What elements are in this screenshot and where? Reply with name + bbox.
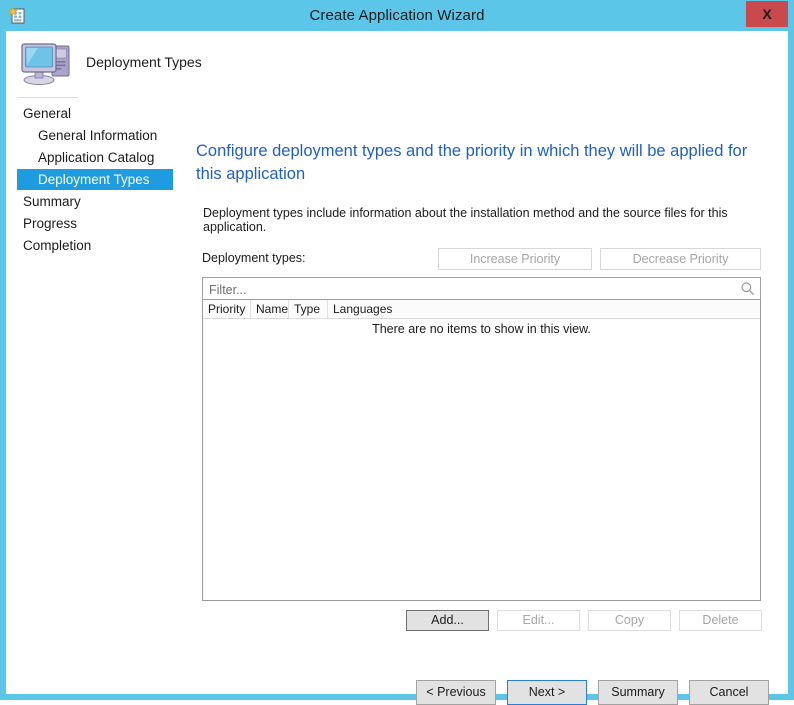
increase-priority-button[interactable]: Increase Priority (438, 248, 592, 270)
wizard-window: Create Application Wizard X Deployment T… (0, 0, 794, 705)
decrease-priority-button[interactable]: Decrease Priority (600, 248, 761, 270)
window-title: Create Application Wizard (309, 7, 485, 24)
filter-box (202, 277, 761, 301)
search-icon[interactable] (740, 281, 755, 296)
wizard-sidebar: General General Information Application … (6, 94, 188, 694)
edit-button[interactable]: Edit... (497, 610, 580, 631)
sidebar-item-deployment-types[interactable]: Deployment Types (17, 169, 173, 190)
sidebar-separator (17, 97, 78, 98)
delete-button[interactable]: Delete (679, 610, 762, 631)
sidebar-item-application-catalog[interactable]: Application Catalog (38, 147, 154, 168)
deployment-types-list[interactable]: Priority Name Type Languages There are n… (202, 300, 761, 601)
next-button[interactable]: Next > (507, 680, 587, 705)
sidebar-item-completion[interactable]: Completion (23, 235, 91, 256)
page-description: Deployment types include information abo… (203, 206, 728, 234)
column-header-name[interactable]: Name (251, 300, 289, 318)
title-bar: Create Application Wizard X (0, 0, 794, 31)
cancel-button[interactable]: Cancel (689, 680, 769, 705)
client-area: Deployment Types General General Informa… (6, 31, 788, 705)
search-input[interactable] (207, 278, 731, 301)
summary-button[interactable]: Summary (598, 680, 678, 705)
sidebar-item-summary[interactable]: Summary (23, 191, 81, 212)
add-button[interactable]: Add... (406, 610, 489, 631)
column-header-priority[interactable]: Priority (203, 300, 251, 318)
main-pane: Configure deployment types and the prior… (188, 94, 788, 705)
previous-button[interactable]: < Previous (416, 680, 496, 705)
page-header-title: Deployment Types (86, 54, 202, 70)
empty-list-message: There are no items to show in this view. (372, 322, 591, 336)
close-icon[interactable]: X (746, 1, 788, 27)
computer-monitor-icon (18, 36, 78, 88)
sidebar-item-general[interactable]: General (23, 103, 71, 124)
column-header-type[interactable]: Type (289, 300, 328, 318)
deployment-types-label: Deployment types: (202, 251, 306, 265)
list-column-headers: Priority Name Type Languages (203, 300, 760, 319)
sidebar-item-general-information[interactable]: General Information (38, 125, 157, 146)
page-title: Configure deployment types and the prior… (196, 142, 748, 183)
sidebar-item-progress[interactable]: Progress (23, 213, 77, 234)
page-header: Deployment Types (6, 31, 788, 94)
copy-button[interactable]: Copy (588, 610, 671, 631)
column-header-languages[interactable]: Languages (328, 300, 760, 318)
